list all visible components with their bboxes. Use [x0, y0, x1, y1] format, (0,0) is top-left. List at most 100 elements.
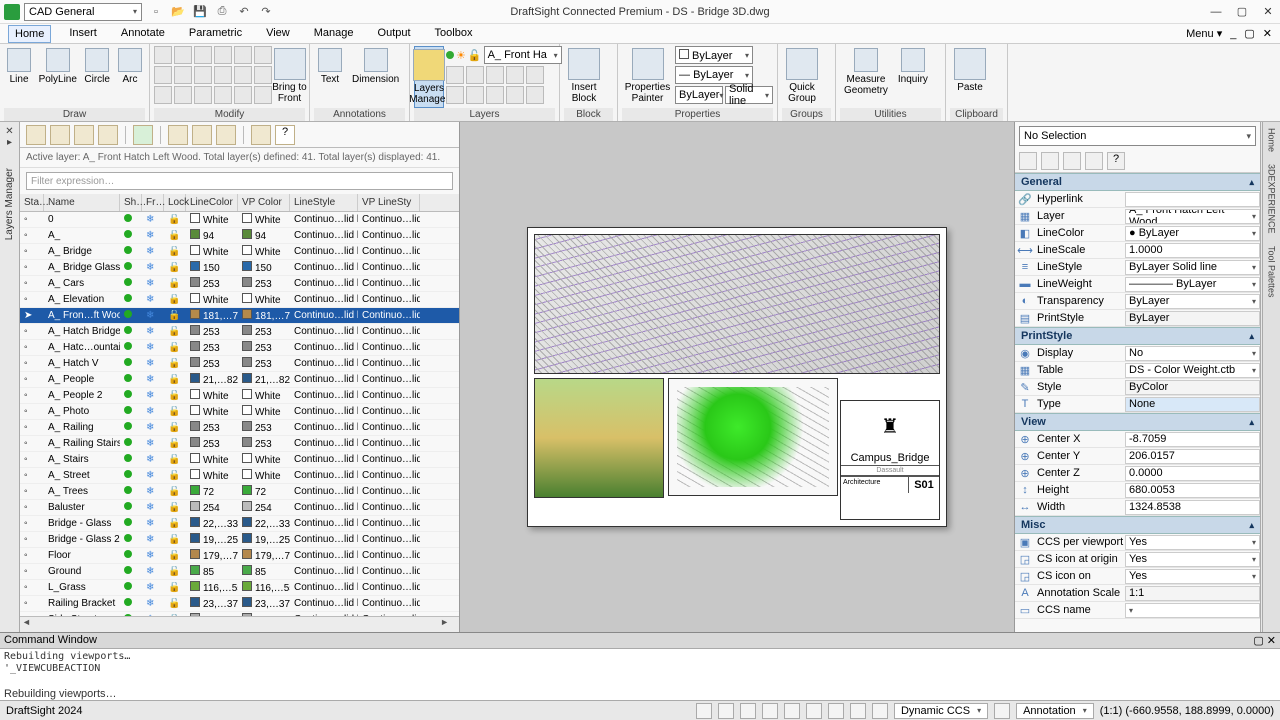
- layer-row[interactable]: ◦A_ Stairs❄🔓WhiteWhiteContinuo…lid lineC…: [20, 452, 459, 468]
- maximize-icon[interactable]: ▢: [1234, 4, 1250, 20]
- layers-table[interactable]: Sta… Name Sh… Fr… Lock LineColor VP Colo…: [20, 194, 459, 616]
- layer-row[interactable]: ◦Ground❄🔓8585Continuo…lid lineContinuo…l…: [20, 564, 459, 580]
- section-view[interactable]: View: [1015, 413, 1260, 431]
- layer-show-icon[interactable]: [446, 51, 454, 59]
- props-tool2-icon[interactable]: [1041, 152, 1059, 170]
- layer-row[interactable]: ◦Railing Bracket❄🔓23,…3723,…37Continuo…l…: [20, 596, 459, 612]
- property-row[interactable]: ◲CS icon at originYes: [1015, 551, 1260, 568]
- print-icon[interactable]: ⎙: [214, 4, 230, 20]
- bring-to-front-button[interactable]: Bring to Front: [274, 46, 305, 106]
- properties-selection-combo[interactable]: No Selection: [1019, 126, 1256, 146]
- ribbon-opts-icon[interactable]: ▢: [1244, 27, 1254, 40]
- layer-row[interactable]: ◦A_ Photo❄🔓WhiteWhiteContinuo…lid lineCo…: [20, 404, 459, 420]
- property-row[interactable]: ◲CS icon onYes: [1015, 568, 1260, 585]
- layers-table-header[interactable]: Sta… Name Sh… Fr… Lock LineColor VP Colo…: [20, 194, 459, 212]
- property-row[interactable]: ≡LineStyleByLayer Solid line: [1015, 259, 1260, 276]
- section-printstyle[interactable]: PrintStyle: [1015, 327, 1260, 345]
- arc-button[interactable]: Arc: [115, 46, 145, 87]
- props-tool1-icon[interactable]: [1019, 152, 1037, 170]
- quick-group-button[interactable]: Quick Group: [782, 46, 822, 106]
- layer-row[interactable]: ◦Floor❄🔓179,…77179,…77Continuo…lid lineC…: [20, 548, 459, 564]
- property-row[interactable]: ◐TransparencyByLayer: [1015, 293, 1260, 310]
- property-row[interactable]: ⊕Center Z0.0000: [1015, 465, 1260, 482]
- line-button[interactable]: Line: [4, 46, 34, 87]
- ribbon-close-icon[interactable]: ✕: [1263, 27, 1272, 40]
- layer-preview-icon[interactable]: [98, 125, 118, 145]
- new-layer-icon[interactable]: [26, 125, 46, 145]
- measure-button[interactable]: Measure Geometry: [840, 46, 892, 98]
- section-misc[interactable]: Misc: [1015, 516, 1260, 534]
- linestyle-combo2[interactable]: Solid line: [725, 86, 773, 104]
- inquiry-button[interactable]: Inquiry: [894, 46, 932, 87]
- activate-layer-icon[interactable]: [133, 125, 153, 145]
- layer-row[interactable]: ◦A_ Cars❄🔓253253Continuo…lid lineContinu…: [20, 276, 459, 292]
- delete-layer-icon[interactable]: [50, 125, 70, 145]
- menu-dropdown[interactable]: Menu ▾: [1186, 27, 1222, 40]
- tab-toolbox[interactable]: Toolbox: [429, 25, 479, 43]
- color-combo[interactable]: ByLayer: [675, 46, 753, 64]
- dynamic-ccs-toggle[interactable]: Dynamic CCS: [894, 703, 988, 719]
- layer-row[interactable]: ◦A_ Hatch V❄🔓253253Continuo…lid lineCont…: [20, 356, 459, 372]
- layer-row[interactable]: ◦A_ Trees❄🔓7272Continuo…lid lineContinuo…: [20, 484, 459, 500]
- new-icon[interactable]: ▫: [148, 4, 164, 20]
- sb-etrack-icon[interactable]: [828, 703, 844, 719]
- props-tool4-icon[interactable]: [1085, 152, 1103, 170]
- right-rail-tabs[interactable]: Home 3DEXPERIENCE Tool Palettes: [1262, 122, 1280, 632]
- layer-row[interactable]: ◦Bridge - Glass❄🔓22,…3322,…33Continuo…li…: [20, 516, 459, 532]
- layer-row[interactable]: ◦A_ Railing Stairs❄🔓253253Continuo…lid l…: [20, 436, 459, 452]
- layer-row[interactable]: ◦A_ Hatch Bridge❄🔓253253Continuo…lid lin…: [20, 324, 459, 340]
- paste-button[interactable]: Paste: [950, 46, 990, 95]
- layer-tools-grid[interactable]: [446, 66, 562, 104]
- layer-row[interactable]: ◦Baluster❄🔓254254Continuo…lid lineContin…: [20, 500, 459, 516]
- layer-row[interactable]: ◦A_ Bridge❄🔓WhiteWhiteContinuo…lid lineC…: [20, 244, 459, 260]
- property-row[interactable]: 🔗Hyperlink: [1015, 191, 1260, 208]
- layer-row[interactable]: ➤A_ Fron…ft Wood❄🔓181,…74181,…74Continuo…: [20, 308, 459, 324]
- sb-snap-icon[interactable]: [740, 703, 756, 719]
- props-tool3-icon[interactable]: [1063, 152, 1081, 170]
- rail-home[interactable]: Home: [1267, 128, 1277, 152]
- property-row[interactable]: AAnnotation Scale1:1: [1015, 585, 1260, 602]
- modify-tools-grid2[interactable]: [214, 46, 272, 104]
- polyline-button[interactable]: PolyLine: [36, 46, 79, 87]
- tab-parametric[interactable]: Parametric: [183, 25, 248, 43]
- tab-annotate[interactable]: Annotate: [115, 25, 171, 43]
- save-icon[interactable]: 💾: [192, 4, 208, 20]
- sb-lwt-icon[interactable]: [850, 703, 866, 719]
- property-row[interactable]: ▣CCS per viewportYes: [1015, 534, 1260, 551]
- rail-palettes[interactable]: Tool Palettes: [1267, 246, 1277, 298]
- property-row[interactable]: ↔Width1324.8538: [1015, 499, 1260, 516]
- property-row[interactable]: ⊕Center Y206.0157: [1015, 448, 1260, 465]
- layer-states-icon[interactable]: [74, 125, 94, 145]
- layer-row[interactable]: ◦A_ Railing❄🔓253253Continuo…lid lineCont…: [20, 420, 459, 436]
- tab-manage[interactable]: Manage: [308, 25, 360, 43]
- sb-esnap-icon[interactable]: [806, 703, 822, 719]
- layer-row[interactable]: ◦A_ Elevation❄🔓WhiteWhiteContinuo…lid li…: [20, 292, 459, 308]
- tab-view[interactable]: View: [260, 25, 296, 43]
- annotation-scale[interactable]: Annotation: [1016, 703, 1094, 719]
- property-row[interactable]: ▦TableDS - Color Weight.ctb: [1015, 362, 1260, 379]
- close-icon[interactable]: ✕: [1260, 4, 1276, 20]
- linestyle-combo1[interactable]: ByLayer: [675, 86, 723, 104]
- layer-row[interactable]: ◦A_ People 2❄🔓WhiteWhiteContinuo…lid lin…: [20, 388, 459, 404]
- property-row[interactable]: ✎StyleByColor: [1015, 379, 1260, 396]
- property-row[interactable]: ⟷LineScale1.0000: [1015, 242, 1260, 259]
- layers-panel-close-icon[interactable]: ✕: [5, 126, 13, 137]
- tab-insert[interactable]: Insert: [63, 25, 103, 43]
- text-button[interactable]: Text: [314, 46, 346, 87]
- layer-row[interactable]: ◦A_ Hatc…ountain❄🔓253253Continuo…lid lin…: [20, 340, 459, 356]
- redo-icon[interactable]: ↷: [258, 4, 274, 20]
- layer-isolate-icon[interactable]: [192, 125, 212, 145]
- layer-row[interactable]: ◦A_ Street❄🔓WhiteWhiteContinuo…lid lineC…: [20, 468, 459, 484]
- sb-polar-icon[interactable]: [784, 703, 800, 719]
- layer-filter-icon[interactable]: [168, 125, 188, 145]
- ribbon-min-icon[interactable]: _: [1230, 28, 1236, 40]
- cmd-min-icon[interactable]: ▢: [1253, 635, 1263, 647]
- layer-lock-icon[interactable]: 🔓: [468, 49, 482, 62]
- lineweight-combo[interactable]: — ByLayer: [675, 66, 753, 84]
- viewport-bottom-left[interactable]: [534, 378, 664, 498]
- sb-grid-icon[interactable]: [718, 703, 734, 719]
- cmd-close-icon[interactable]: ✕: [1267, 635, 1276, 647]
- layer-help-icon[interactable]: ?: [275, 125, 295, 145]
- property-row[interactable]: ↕Height680.0053: [1015, 482, 1260, 499]
- modify-tools-grid[interactable]: [154, 46, 212, 104]
